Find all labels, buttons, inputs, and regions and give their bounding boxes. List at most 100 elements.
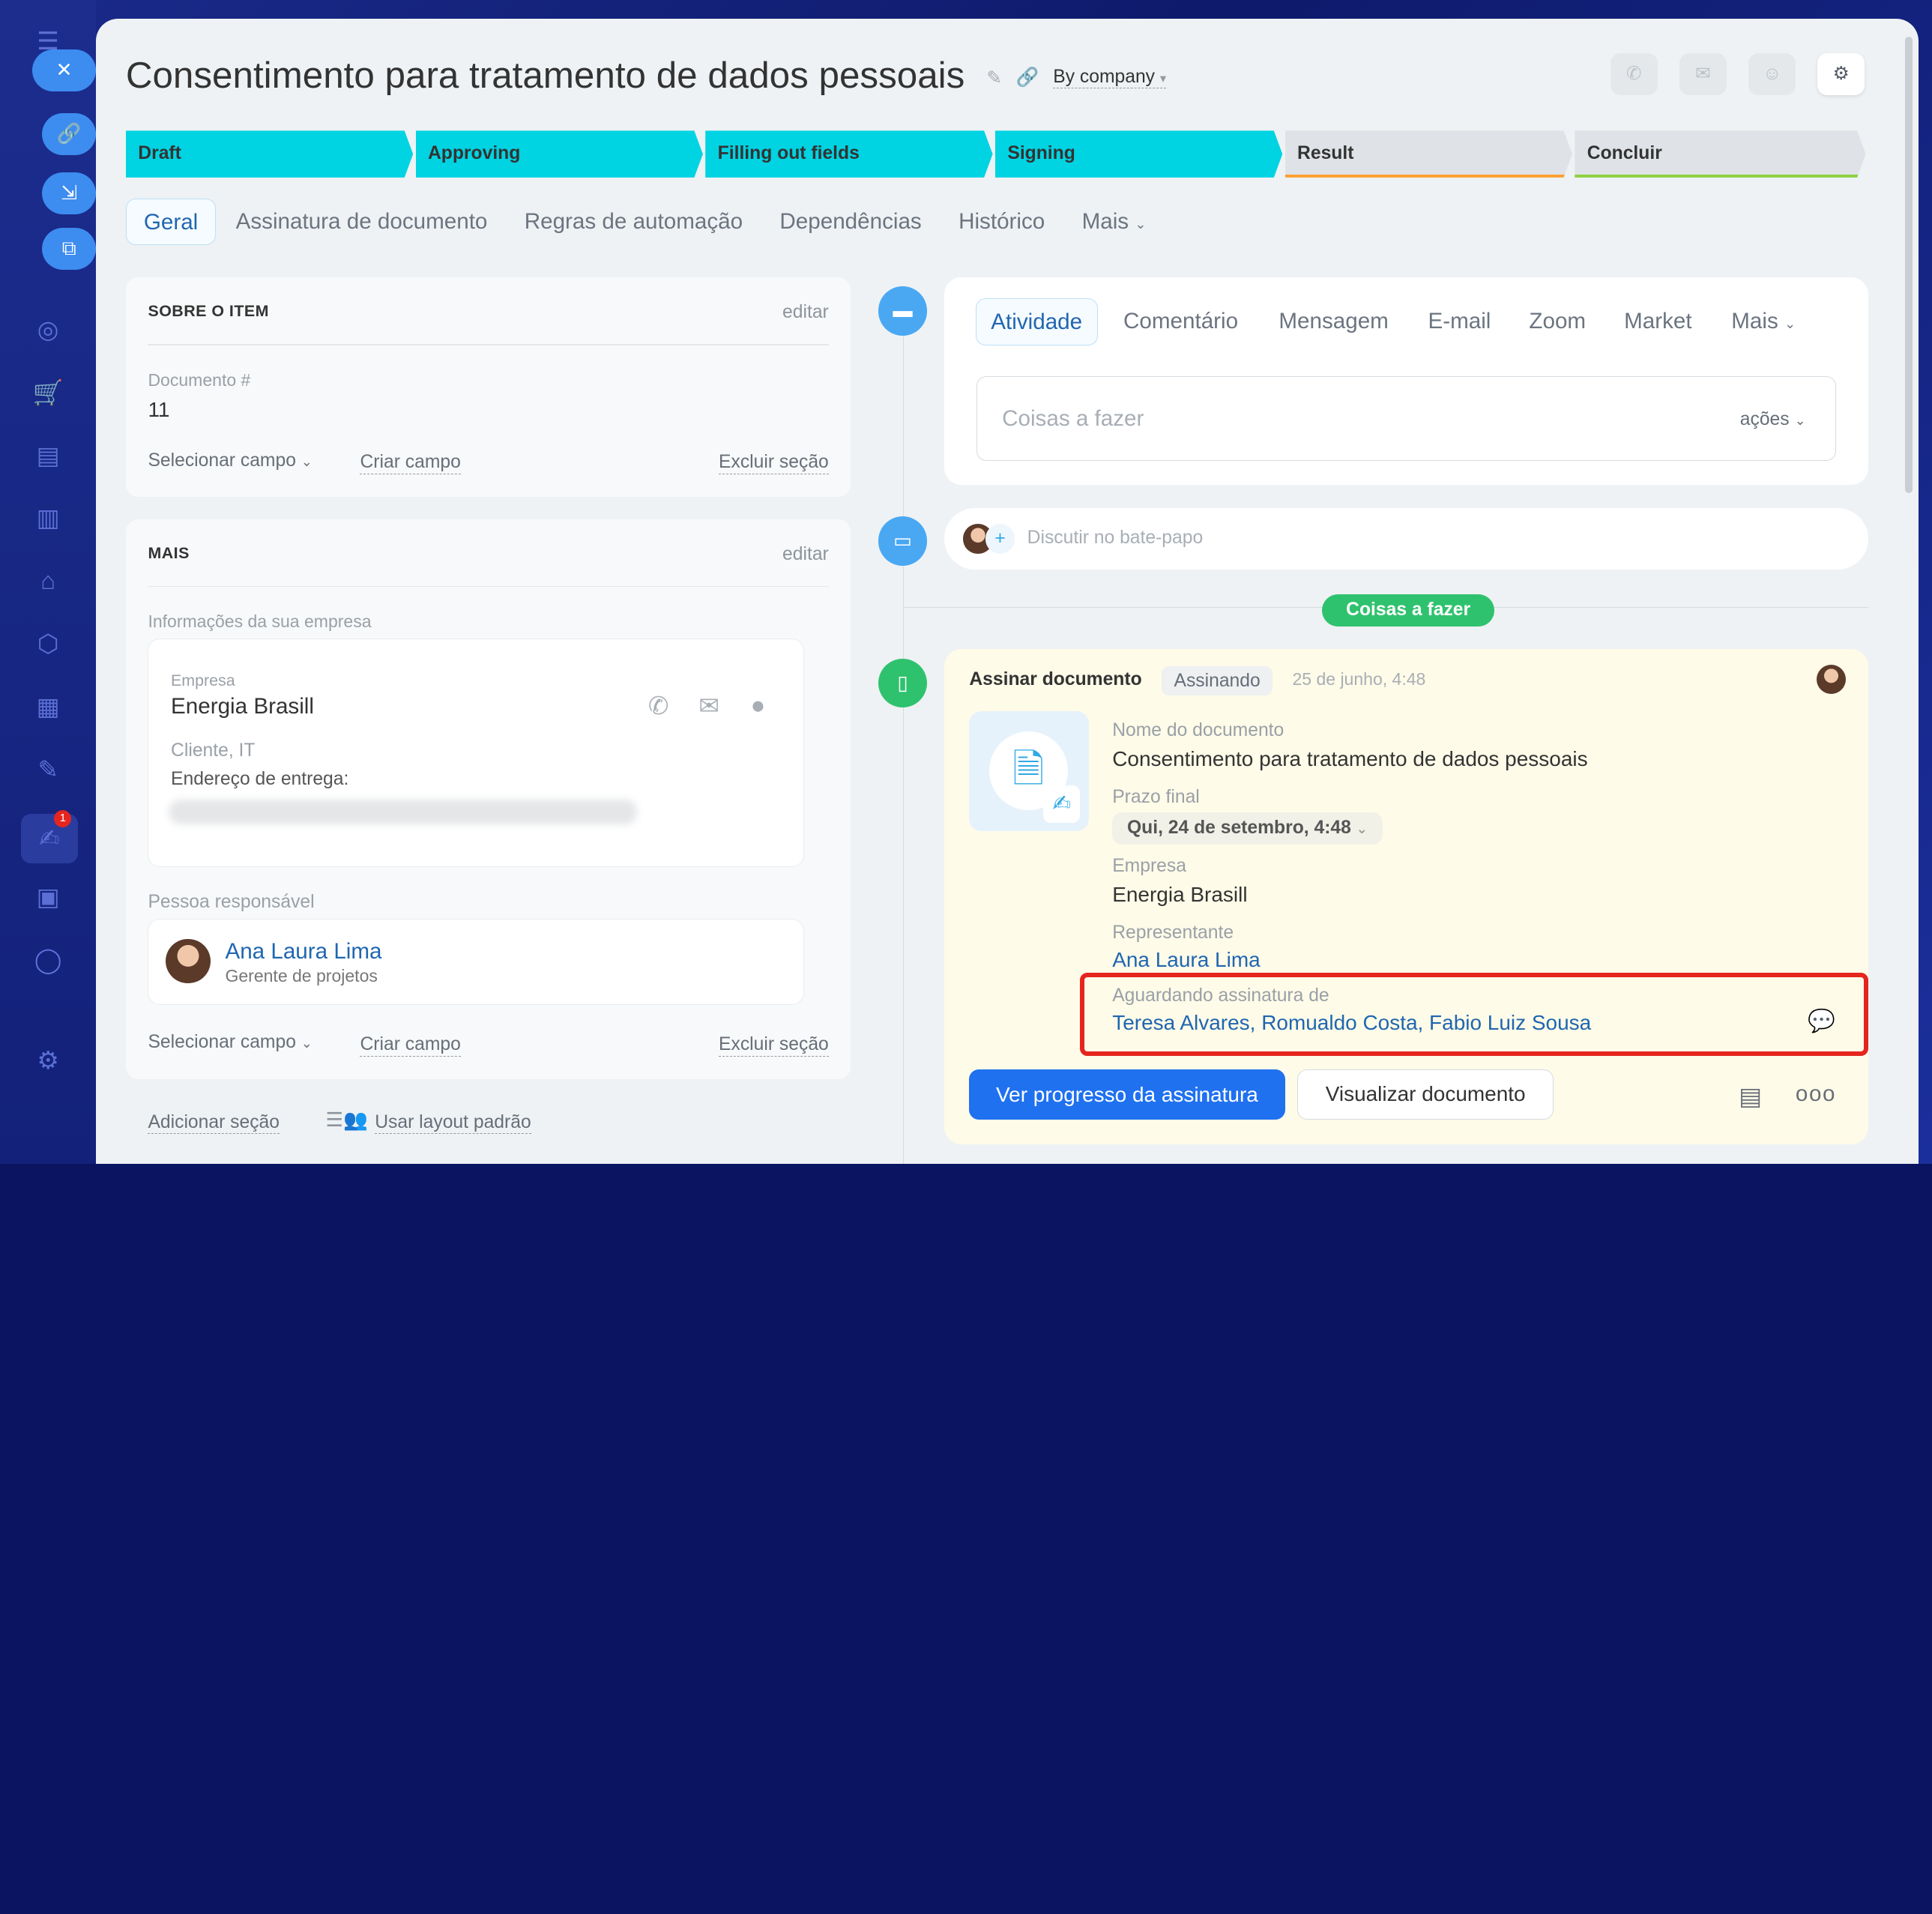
delete-section-link[interactable]: Excluir seção [719, 1033, 829, 1057]
main-tabs: Geral Assinatura de documento Regras de … [125, 198, 1166, 246]
responsible-name[interactable]: Ana Laura Lima [225, 939, 381, 964]
mais-card: MAIS editar Informações da sua empresa E… [125, 519, 851, 1079]
scrollbar[interactable] [1905, 37, 1913, 494]
select-field-dropdown[interactable]: Selecionar campo ⌄ [148, 1032, 313, 1053]
avatar [1816, 664, 1847, 695]
chat-bubble-icon: ▭ [878, 516, 928, 567]
feed-tab-zoom[interactable]: Zoom [1529, 298, 1586, 345]
app-window: ☰ ✕ 🔗 ⇲ ⧉ ◎ 🛒 ▤ ▥ ⌂ ⬡ ▦ ✎ ✍ 1 ▣ ◯ ⚙ Cons… [0, 0, 1932, 1165]
copy-link-icon[interactable]: 🔗 [1016, 67, 1039, 88]
representative-label: Representante [1112, 922, 1234, 943]
target-icon[interactable]: ◎ [29, 311, 66, 348]
stage-filling-out-fields[interactable]: Filling out fields [705, 130, 992, 178]
edit-title-icon[interactable]: ✎ [986, 67, 1002, 89]
timeline-line [902, 333, 905, 1165]
sobre-edit-link[interactable]: editar [782, 302, 829, 323]
feed-tab-mais-label: Mais [1731, 309, 1778, 334]
stage-result[interactable]: Result [1285, 130, 1572, 178]
responsible-label: Pessoa responsável [148, 891, 315, 912]
document-panel: Consentimento para tratamento de dados p… [96, 18, 1919, 1165]
activity-composer: Atividade Comentário Mensagem E-mail Zoo… [944, 277, 1868, 485]
feed-tab-comentario[interactable]: Comentário [1123, 298, 1238, 345]
by-company-dropdown[interactable]: By company ▾ [1053, 66, 1167, 88]
phone-button[interactable]: ✆ [1610, 52, 1658, 95]
tab-mais[interactable]: Mais ⌄ [1065, 199, 1164, 246]
by-company-label: By company [1053, 66, 1156, 87]
store-icon[interactable]: ▦ [29, 688, 66, 725]
chat-button[interactable]: ☺ [1748, 52, 1796, 95]
activity-feed-icon: ▬ [878, 286, 928, 336]
company-box: Empresa Energia Brasill ✆ ✉ ● Cliente, I… [148, 638, 804, 867]
chat-bar[interactable]: + Discutir no bate-papo [944, 507, 1868, 570]
mail-button[interactable]: ✉ [1679, 52, 1727, 95]
waiting-signers[interactable]: Teresa Alvares, Romualdo Costa, Fabio Lu… [1112, 1011, 1591, 1035]
mail-icon[interactable]: ✉ [698, 691, 719, 720]
more-icon[interactable]: ooo [1796, 1081, 1836, 1107]
feed-tab-mais[interactable]: Mais ⌄ [1731, 298, 1796, 345]
chevron-down-icon: ⌄ [1784, 316, 1796, 332]
actions-dropdown[interactable]: ações ⌄ [1740, 409, 1806, 430]
feed-tab-email[interactable]: E-mail [1428, 298, 1491, 345]
divider [148, 344, 829, 345]
tab-regras[interactable]: Regras de automação [507, 199, 760, 246]
delete-section-link[interactable]: Excluir seção [719, 451, 829, 474]
company-value: Energia Brasill [1112, 883, 1248, 907]
representative-link[interactable]: Ana Laura Lima [1112, 948, 1260, 972]
analytics-icon[interactable]: ▥ [29, 499, 66, 536]
company-name[interactable]: Energia Brasill [171, 694, 314, 719]
open-external-button[interactable]: ⧉ [41, 228, 97, 271]
chevron-down-icon: ⌄ [301, 453, 313, 469]
phone-icon[interactable]: ✆ [648, 691, 669, 720]
users-icon: ☰👥 [325, 1108, 368, 1132]
stage-signing[interactable]: Signing [995, 130, 1282, 178]
company-type: Cliente, IT [171, 740, 256, 761]
chevron-down-icon: ⌄ [1135, 216, 1147, 232]
feed-tab-market[interactable]: Market [1624, 298, 1692, 345]
feed-tab-mensagem[interactable]: Mensagem [1279, 298, 1388, 345]
view-document-button[interactable]: Visualizar documento [1297, 1069, 1554, 1120]
add-comment-icon[interactable]: 💬 [1808, 1009, 1835, 1034]
pen-icon[interactable]: ✎ [29, 751, 66, 788]
chat-icon[interactable]: ● [750, 691, 765, 719]
deadline-dropdown[interactable]: Qui, 24 de setembro, 4:48 ⌄ [1112, 812, 1383, 845]
link-button[interactable]: 🔗 [41, 113, 97, 156]
add-participant-icon[interactable]: + [985, 524, 1015, 554]
tab-dependencias[interactable]: Dependências [762, 199, 938, 246]
sign-document-activity: Assinar documento Assinando 25 de junho,… [944, 648, 1868, 1144]
download-button[interactable]: ⇲ [41, 172, 97, 215]
status-badge: Assinando [1162, 665, 1273, 696]
document-thumbnail: 🗎 ✍ [969, 711, 1089, 832]
box-icon[interactable]: ⬡ [29, 625, 66, 662]
create-field-link[interactable]: Criar campo [360, 451, 461, 474]
deadline-label: Prazo final [1112, 786, 1200, 807]
stage-approving[interactable]: Approving [416, 130, 703, 178]
tab-assinatura[interactable]: Assinatura de documento [219, 199, 505, 246]
stage-draft[interactable]: Draft [126, 130, 413, 178]
calendar-icon[interactable]: ▣ [29, 878, 66, 915]
robot-icon[interactable]: ⌂ [29, 562, 66, 599]
card-icon[interactable]: ▤ [29, 437, 66, 474]
company-info-label: Informações da sua empresa [148, 612, 372, 632]
select-field-dropdown[interactable]: Selecionar campo ⌄ [148, 450, 313, 471]
cart-icon[interactable]: 🛒 [29, 374, 66, 411]
document-icon: ▯ [878, 658, 928, 708]
doc-number-label: Documento # [148, 369, 251, 390]
todo-input[interactable]: Coisas a fazer ações ⌄ [976, 375, 1837, 462]
waiting-label: Aguardando assinatura de [1112, 985, 1329, 1006]
add-section-link[interactable]: Adicionar seção [148, 1111, 280, 1135]
create-field-link[interactable]: Criar campo [360, 1033, 461, 1057]
circle-icon[interactable]: ◯ [29, 941, 66, 978]
view-progress-button[interactable]: Ver progresso da assinatura [969, 1069, 1285, 1120]
mais-edit-link[interactable]: editar [782, 544, 829, 565]
close-button[interactable]: ✕ [31, 49, 97, 91]
feed-tab-atividade[interactable]: Atividade [975, 298, 1098, 345]
settings-button[interactable]: ⚙ [1817, 52, 1865, 95]
activity-title: Assinar documento [969, 669, 1142, 690]
responsible-box: Ana Laura Lima Gerente de projetos [148, 918, 804, 1006]
tab-historico[interactable]: Histórico [941, 199, 1062, 246]
note-icon[interactable]: ▤ [1739, 1081, 1762, 1111]
settings-icon[interactable]: ⚙ [29, 1042, 66, 1078]
tab-geral[interactable]: Geral [125, 198, 217, 246]
stage-concluir[interactable]: Concluir [1575, 130, 1865, 178]
default-layout-link[interactable]: Usar layout padrão [375, 1111, 531, 1135]
